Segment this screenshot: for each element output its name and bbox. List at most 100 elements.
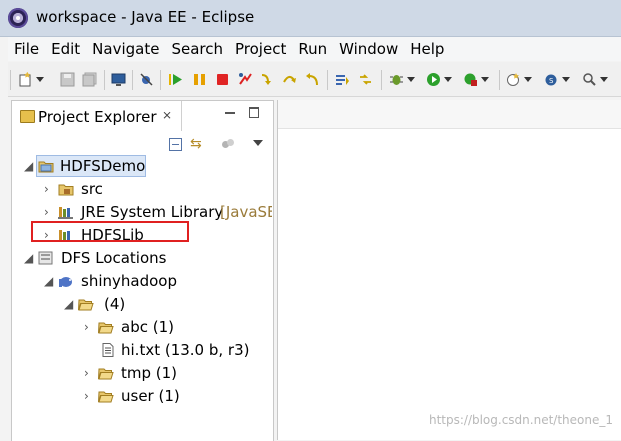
tree-item-src[interactable]: › src [40, 178, 270, 200]
expanded-chevron-icon[interactable]: ◢ [44, 270, 56, 292]
hadoop-elephant-icon [59, 277, 72, 287]
open-folder-icon [78, 299, 94, 311]
toolbar-separator [499, 70, 500, 90]
tree-item-dfs-locations[interactable]: ◢ DFS Locations [20, 247, 270, 269]
step-return-icon[interactable] [305, 72, 320, 87]
link-with-editor-icon[interactable]: ⇆ [190, 136, 202, 152]
tree-item-label: DFS Locations [61, 249, 167, 267]
search-dropdown-icon[interactable] [600, 77, 608, 82]
collapsed-chevron-icon[interactable]: › [44, 178, 56, 200]
external-tools-dropdown-icon[interactable] [481, 77, 489, 82]
save-all-icon[interactable] [82, 72, 97, 87]
new-icon[interactable] [18, 72, 33, 87]
debug-dropdown-icon[interactable] [407, 77, 415, 82]
project-explorer-icon [20, 110, 35, 123]
toolbar-separator [160, 70, 161, 90]
step-over-icon[interactable] [282, 72, 297, 87]
tree-item-hadoop-location[interactable]: ◢ shinyhadoop [40, 270, 270, 292]
tree-item-label: user (1) [121, 387, 180, 405]
tree-item-label: abc (1) [121, 318, 174, 336]
tree-item-label: src [81, 180, 103, 198]
title-bar: workspace - Java EE - Eclipse [0, 0, 621, 37]
menu-navigate[interactable]: Navigate [86, 37, 165, 61]
new-class-icon[interactable]: S [544, 72, 559, 87]
svg-text:S: S [549, 77, 554, 85]
menu-search[interactable]: Search [165, 37, 229, 61]
main-toolbar: S [8, 62, 621, 97]
link-icon[interactable] [358, 72, 373, 87]
folder-icon [98, 391, 114, 403]
menu-bar: File Edit Navigate Search Project Run Wi… [8, 37, 621, 61]
view-title: Project Explorer [38, 108, 157, 126]
eclipse-logo-icon [8, 8, 28, 28]
tree-item-label: JRE System Library [81, 203, 224, 221]
menu-file[interactable]: File [8, 37, 45, 61]
project-folder-icon [38, 161, 54, 173]
new-server-dropdown-icon[interactable] [524, 77, 532, 82]
run-icon[interactable] [426, 72, 441, 87]
save-icon[interactable] [60, 72, 75, 87]
toolbar-separator [327, 70, 328, 90]
search-icon[interactable] [582, 72, 597, 87]
menu-project[interactable]: Project [229, 37, 292, 61]
drop-to-frame-icon[interactable] [335, 72, 350, 87]
new-dropdown-icon[interactable] [36, 77, 44, 82]
toolbar-separator [104, 70, 105, 90]
window-title: workspace - Java EE - Eclipse [36, 8, 255, 26]
collapsed-chevron-icon[interactable]: › [44, 201, 56, 223]
editor-tab-bar [278, 100, 621, 129]
folder-icon [98, 368, 114, 380]
source-folder-icon [58, 184, 74, 196]
minimize-icon[interactable] [225, 112, 235, 114]
toolbar-separator [10, 70, 11, 90]
menu-help[interactable]: Help [404, 37, 450, 61]
terminate-icon[interactable] [215, 72, 230, 87]
step-into-icon[interactable] [260, 72, 275, 87]
tree-item-label: hi.txt (13.0 b, r3) [121, 341, 250, 359]
disconnect-icon[interactable] [238, 72, 253, 87]
suspend-icon[interactable] [192, 72, 207, 87]
collapse-all-icon[interactable] [169, 138, 182, 151]
debug-icon[interactable] [389, 72, 404, 87]
editor-area[interactable] [277, 100, 621, 440]
maximize-icon[interactable] [249, 107, 259, 118]
tree-item-root-folder[interactable]: ◢ (4) [60, 293, 270, 315]
toolbar-separator [381, 70, 382, 90]
tree-item-file-hi[interactable]: hi.txt (13.0 b, r3) [80, 339, 270, 361]
annotation-highlight-box [31, 221, 189, 242]
expanded-chevron-icon[interactable]: ◢ [64, 293, 76, 315]
tree-item-label: HDFSDemo [60, 157, 146, 175]
tree-item-label: shinyhadoop [81, 272, 177, 290]
menu-run[interactable]: Run [292, 37, 333, 61]
close-icon[interactable]: ⨯ [162, 108, 172, 122]
watermark-text: https://blog.csdn.net/theone_1 [428, 413, 613, 427]
tree-item-label: (4) [104, 295, 126, 313]
new-class-dropdown-icon[interactable] [562, 77, 570, 82]
collapsed-chevron-icon[interactable]: › [84, 385, 96, 407]
resume-icon[interactable] [168, 72, 183, 87]
toolbar-separator [132, 70, 133, 90]
expanded-chevron-icon[interactable]: ◢ [24, 155, 36, 177]
focus-on-active-task-icon[interactable] [222, 139, 234, 149]
external-tools-icon[interactable] [463, 72, 478, 87]
tree-item-folder-abc[interactable]: › abc (1) [80, 316, 270, 338]
folder-icon [98, 322, 114, 334]
tree-item-folder-tmp[interactable]: › tmp (1) [80, 362, 270, 384]
tree-item-label: tmp (1) [121, 364, 178, 382]
skip-breakpoints-icon[interactable] [139, 72, 154, 87]
run-dropdown-icon[interactable] [444, 77, 452, 82]
tab-project-explorer[interactable]: Project Explorer ⨯ [12, 101, 182, 131]
menu-edit[interactable]: Edit [45, 37, 86, 61]
collapsed-chevron-icon[interactable]: › [84, 362, 96, 384]
tree-item-jre[interactable]: › JRE System Library [JavaSE [40, 201, 272, 223]
collapsed-chevron-icon[interactable]: › [84, 316, 96, 338]
library-icon [58, 207, 73, 219]
new-server-icon[interactable] [506, 72, 521, 87]
terminal-icon[interactable] [111, 72, 126, 87]
menu-window[interactable]: Window [333, 37, 404, 61]
tree-item-folder-user[interactable]: › user (1) [80, 385, 270, 407]
tree-item-project[interactable]: ◢ HDFSDemo [20, 155, 270, 177]
text-file-icon [102, 343, 114, 357]
expanded-chevron-icon[interactable]: ◢ [24, 247, 36, 269]
view-menu-icon[interactable] [253, 140, 263, 146]
